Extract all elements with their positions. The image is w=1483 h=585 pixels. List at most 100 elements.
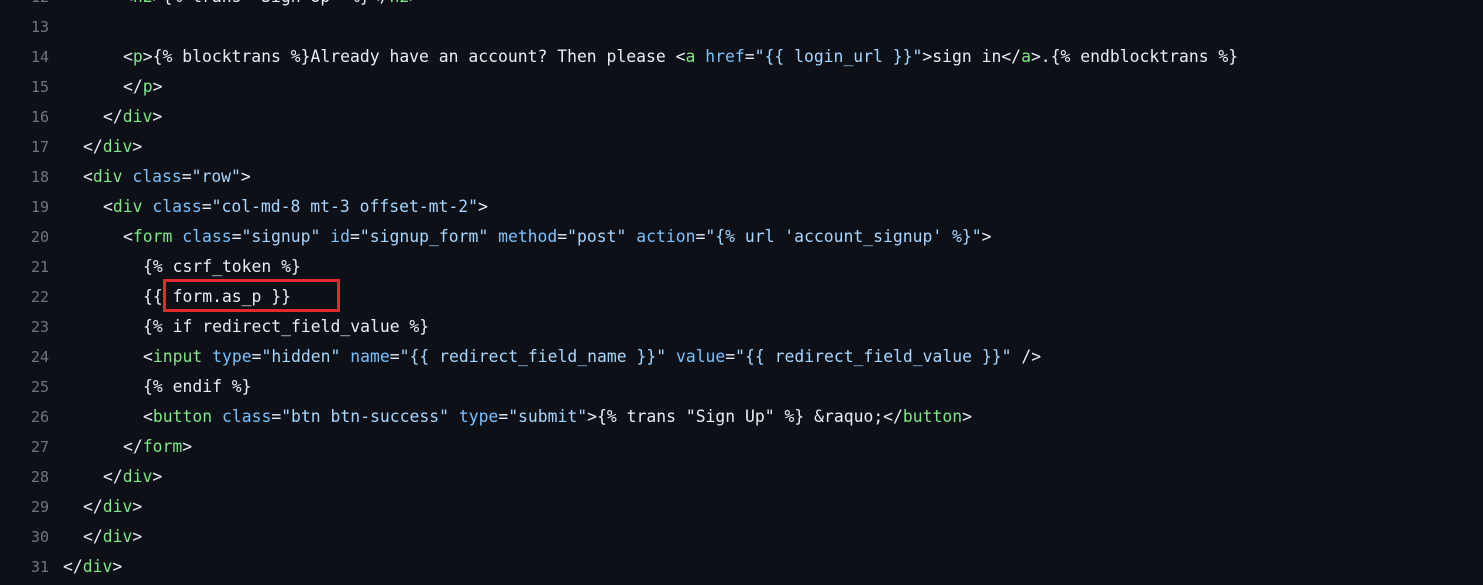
code-token: {% if redirect_field_value %} — [143, 317, 430, 336]
code-token: div — [102, 137, 133, 156]
code-token: form — [142, 437, 183, 456]
line-number[interactable]: 27 — [0, 432, 49, 462]
code-token: = — [725, 347, 736, 366]
line-number[interactable]: 22 — [0, 282, 49, 312]
code-token: p — [142, 77, 153, 96]
code-line: 30 </div> — [0, 522, 1483, 552]
line-number[interactable]: 28 — [0, 462, 49, 492]
code-token: </ — [83, 137, 103, 156]
line-code: <form class="signup" id="signup_form" me… — [123, 222, 992, 252]
line-number[interactable]: 21 — [0, 252, 49, 282]
line-number[interactable]: 18 — [0, 162, 49, 192]
code-token: p — [132, 47, 143, 66]
code-token: > — [240, 167, 251, 186]
code-token: a — [1021, 47, 1031, 66]
code-token: type — [458, 407, 499, 426]
line-code: <p>{% blocktrans %}Already have an accou… — [123, 42, 1238, 72]
code-line: 16 </div> — [0, 102, 1483, 132]
line-number[interactable]: 25 — [0, 372, 49, 402]
line-code: </div> — [83, 132, 142, 162]
code-token: = — [350, 227, 360, 246]
code-token: > — [478, 197, 488, 216]
code-token: > — [132, 527, 143, 546]
code-token: > — [981, 227, 992, 246]
line-number[interactable]: 26 — [0, 402, 49, 432]
code-token: = — [389, 347, 400, 366]
line-number[interactable]: 23 — [0, 312, 49, 342]
line-number[interactable]: 30 — [0, 522, 49, 552]
code-token: >sign in</ — [922, 47, 1022, 66]
code-token: "signup" — [241, 227, 321, 246]
code-token: div — [92, 167, 123, 186]
line-code: {% endif %} — [143, 372, 252, 402]
code-token: > — [962, 407, 973, 426]
line-number[interactable]: 29 — [0, 492, 49, 522]
code-token: {% csrf_token %} — [143, 257, 301, 276]
code-token: "row" — [191, 167, 241, 186]
code-line: 20 <form class="signup" id="signup_form" … — [0, 222, 1483, 252]
code-token: "submit" — [508, 407, 588, 426]
code-token: = — [271, 407, 282, 426]
code-token: action — [636, 227, 696, 246]
code-token: h2 — [389, 0, 409, 6]
line-number[interactable]: 14 — [0, 42, 49, 72]
code-token: "post" — [567, 227, 627, 246]
code-token: = — [231, 227, 242, 246]
line-code: <div class="row"> — [83, 162, 251, 192]
line-code: {% csrf_token %} — [143, 252, 301, 282]
code-token: input — [152, 347, 203, 366]
line-number[interactable]: 24 — [0, 342, 49, 372]
code-token: >.{% endblocktrans %} — [1030, 47, 1239, 66]
code-line: 27 </form> — [0, 432, 1483, 462]
code-token: </ — [83, 527, 103, 546]
code-token: "col-md-8 mt-3 offset-mt-2" — [211, 197, 479, 216]
code-token: "hidden" — [261, 347, 341, 366]
code-token: a — [685, 47, 696, 66]
code-token: </ — [103, 107, 123, 126]
code-token: = — [744, 47, 755, 66]
code-token: h2 — [133, 0, 153, 6]
line-number[interactable]: 15 — [0, 72, 49, 102]
line-code: <div class="col-md-8 mt-3 offset-mt-2"> — [103, 192, 488, 222]
line-number[interactable]: 20 — [0, 222, 49, 252]
code-token: > — [152, 467, 163, 486]
code-token: > — [182, 437, 193, 456]
line-number[interactable]: 16 — [0, 102, 49, 132]
code-line: 17 </div> — [0, 132, 1483, 162]
code-line: 26 <button class="btn btn-success" type="… — [0, 402, 1483, 432]
code-token: class — [132, 167, 182, 186]
code-token: "{% url 'account_signup' %}" — [705, 227, 982, 246]
code-token: class — [221, 407, 272, 426]
code-token: = — [251, 347, 262, 366]
code-token: value — [675, 347, 726, 366]
line-number[interactable]: 17 — [0, 132, 49, 162]
code-token: href — [705, 47, 745, 66]
code-token: div — [102, 497, 133, 516]
line-code: </div> — [83, 492, 142, 522]
code-line: 29 </div> — [0, 492, 1483, 522]
line-number[interactable]: 13 — [0, 12, 49, 42]
code-token: name — [350, 347, 390, 366]
line-number[interactable]: 12 — [0, 0, 49, 12]
code-line: 19 <div class="col-md-8 mt-3 offset-mt-2"… — [0, 192, 1483, 222]
code-line: 28 </div> — [0, 462, 1483, 492]
code-token: form — [132, 227, 173, 246]
code-line: 25 {% endif %} — [0, 372, 1483, 402]
code-line: 15 </p> — [0, 72, 1483, 102]
code-line: 18 <div class="row"> — [0, 162, 1483, 192]
code-token: > — [132, 497, 143, 516]
code-token: < — [143, 407, 153, 426]
line-code: </form> — [123, 432, 192, 462]
code-line: 21 {% csrf_token %} — [0, 252, 1483, 282]
code-token: "{{ redirect_field_name }}" — [399, 347, 667, 366]
line-number[interactable]: 19 — [0, 192, 49, 222]
line-code: </div> — [83, 522, 142, 552]
code-token: div — [122, 467, 153, 486]
line-number[interactable]: 31 — [0, 552, 49, 582]
code-token: {% endif %} — [143, 377, 252, 396]
